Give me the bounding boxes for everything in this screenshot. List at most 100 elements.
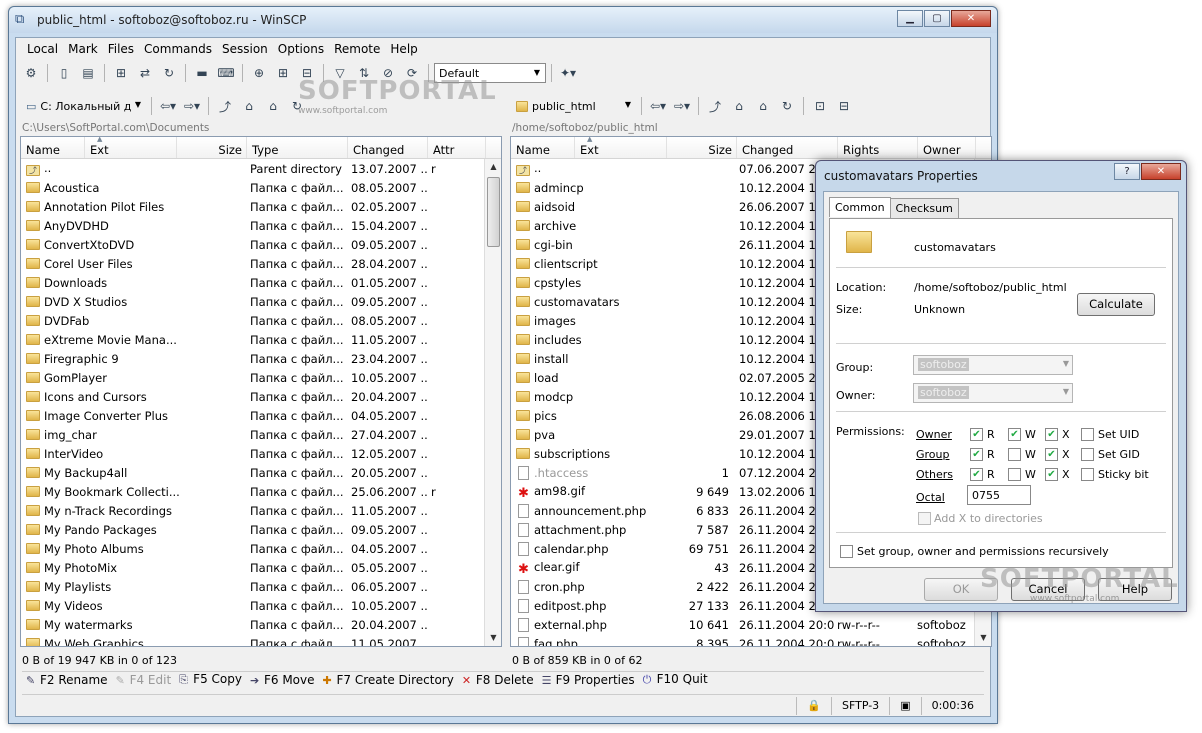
col-rights[interactable]: Rights (838, 137, 918, 158)
root-dir-icon[interactable]: ⌂ (728, 96, 750, 116)
setuid-checkbox[interactable] (1081, 428, 1094, 441)
fkey-f8-button[interactable]: ✕ F8 Delete (462, 673, 534, 687)
col-attr[interactable]: Attr (428, 137, 486, 158)
select-icon[interactable]: ⊞ (272, 63, 294, 83)
list-item[interactable]: Firegraphic 9 Папка с файл... 23.04.2007 .… (21, 349, 484, 368)
scroll-thumb[interactable] (487, 177, 500, 247)
list-item[interactable]: My watermarks Папка с файл... 20.04.2007 .… (21, 615, 484, 634)
list-item[interactable]: faq.php 8 395 26.11.2004 20:0...rw-r--r-- s… (511, 634, 974, 646)
group-x-checkbox[interactable]: ✔ (1045, 448, 1058, 461)
list-item[interactable]: My Pando Packages Папка с файл... 09.05.20… (21, 520, 484, 539)
list-item[interactable]: DVDFab Папка с файл... 08.05.2007 ... (21, 311, 484, 330)
scroll-up-icon[interactable]: ▲ (485, 159, 501, 175)
list-item[interactable]: GomPlayer Папка с файл... 10.05.2007 ... (21, 368, 484, 387)
setgid-checkbox[interactable] (1081, 448, 1094, 461)
col-name[interactable]: Name (21, 137, 85, 158)
menu-mark[interactable]: Mark (63, 42, 103, 56)
list-item[interactable]: external.php 10 641 26.11.2004 20:0...rw-r… (511, 615, 974, 634)
refresh-icon[interactable]: ↻ (158, 63, 180, 83)
group-r-checkbox[interactable]: ✔ (970, 448, 983, 461)
col-ext[interactable]: ▲ Ext (85, 137, 177, 158)
list-item[interactable]: ConvertXtoDVD Папка с файл... 09.05.2007 .… (21, 235, 484, 254)
root-dir-icon[interactable]: ⌂ (238, 96, 260, 116)
menu-local[interactable]: Local (22, 42, 63, 56)
refresh-dir-icon[interactable]: ↻ (776, 96, 798, 116)
fkey-f5-button[interactable]: ⎘ F5 Copy (179, 672, 242, 687)
forward-icon[interactable]: ⇨▾ (671, 96, 693, 116)
menu-remote[interactable]: Remote (329, 42, 385, 56)
close-button[interactable]: ✕ (951, 10, 991, 27)
menu-options[interactable]: Options (273, 42, 329, 56)
list-item[interactable]: ⤴.. Parent directory 13.07.2007 ... r (21, 159, 484, 178)
new-session-icon[interactable]: ⊕ (248, 63, 270, 83)
menu-help[interactable]: Help (385, 42, 422, 56)
others-w-checkbox[interactable] (1008, 468, 1021, 481)
help-titlebar-button[interactable]: ? (1114, 163, 1140, 180)
right-dir-select[interactable]: public_html ▼ (510, 96, 636, 116)
owner-w-checkbox[interactable]: ✔ (1008, 428, 1021, 441)
minimize-button[interactable]: ▁ (897, 10, 923, 27)
list-item[interactable]: My Bookmark Collecti... Папка с файл... 25… (21, 482, 484, 501)
left-scrollbar[interactable]: ▲ ▼ (484, 159, 501, 646)
col-changed[interactable]: Changed (737, 137, 838, 158)
list-item[interactable]: img_char Папка с файл... 27.04.2007 ... (21, 425, 484, 444)
list-item[interactable]: Corel User Files Папка с файл... 28.04.200… (21, 254, 484, 273)
menu-files[interactable]: Files (103, 42, 139, 56)
preferences-icon[interactable]: ⚙ (20, 63, 42, 83)
group-select[interactable]: softoboz ▼ (913, 355, 1073, 375)
terminal-icon[interactable]: ▬ (191, 63, 213, 83)
list-item[interactable]: My Videos Папка с файл... 10.05.2007 ... (21, 596, 484, 615)
synchronize-icon[interactable]: ⇄ (134, 63, 156, 83)
maximize-button[interactable]: ▢ (924, 10, 950, 27)
home-dir-icon[interactable]: ⌂ (262, 96, 284, 116)
list-item[interactable]: Image Converter Plus Папка с файл... 04.05… (21, 406, 484, 425)
add-x-checkbox[interactable] (918, 512, 931, 525)
list-item[interactable]: My n-Track Recordings Папка с файл... 11.0… (21, 501, 484, 520)
dialog-close-button[interactable]: ✕ (1141, 163, 1181, 180)
col-type[interactable]: Type (247, 137, 348, 158)
open-dir-icon[interactable]: ⊡ (809, 96, 831, 116)
fkey-f6-button[interactable]: ➔ F6 Move (250, 673, 315, 687)
calculate-button[interactable]: Calculate (1077, 293, 1155, 316)
menu-session[interactable]: Session (217, 42, 273, 56)
list-item[interactable]: InterVideo Папка с файл... 12.05.2007 ... (21, 444, 484, 463)
list-item[interactable]: Annotation Pilot Files Папка с файл... 02.… (21, 197, 484, 216)
fkey-f7-button[interactable]: ✚ F7 Create Directory (323, 673, 454, 687)
col-changed[interactable]: Changed (348, 137, 428, 158)
col-size[interactable]: Size (177, 137, 247, 158)
list-item[interactable]: Icons and Cursors Папка с файл... 20.04.20… (21, 387, 484, 406)
col-ext[interactable]: ▲ Ext (575, 137, 667, 158)
tab-checksum[interactable]: Checksum (889, 198, 959, 218)
list-item[interactable]: My Backup4all Папка с файл... 20.05.2007 .… (21, 463, 484, 482)
owner-r-checkbox[interactable]: ✔ (970, 428, 983, 441)
col-owner[interactable]: Owner (918, 137, 976, 158)
parent-dir-icon[interactable]: ⤴ (214, 96, 236, 116)
fkey-f10-button[interactable]: ⏻ F10 Quit (643, 672, 708, 687)
list-item[interactable]: My PhotoMix Папка с файл... 05.05.2007 ... (21, 558, 484, 577)
list-item[interactable]: Downloads Папка с файл... 01.05.2007 ... (21, 273, 484, 292)
fkey-f2-button[interactable]: ✎ F2 Rename (26, 673, 108, 687)
putty-icon[interactable]: ⌨ (215, 63, 237, 83)
parent-dir-icon[interactable]: ⤴ (704, 96, 726, 116)
list-item[interactable]: AnyDVDHD Папка с файл... 15.04.2007 ... (21, 216, 484, 235)
compare-icon[interactable]: ⊞ (110, 63, 132, 83)
tab-common[interactable]: Common (829, 197, 891, 217)
home-dir-icon[interactable]: ⌂ (752, 96, 774, 116)
octal-input[interactable]: 0755 (967, 485, 1031, 505)
menu-commands[interactable]: Commands (139, 42, 217, 56)
fkey-f9-button[interactable]: ☰ F9 Properties (542, 673, 635, 687)
sticky-checkbox[interactable] (1081, 468, 1094, 481)
col-name[interactable]: Name (511, 137, 575, 158)
back-icon[interactable]: ⇦▾ (157, 96, 179, 116)
transfer-options-icon[interactable]: ✦▾ (557, 63, 579, 83)
others-r-checkbox[interactable]: ✔ (970, 468, 983, 481)
owner-x-checkbox[interactable]: ✔ (1045, 428, 1058, 441)
list-item[interactable]: eXtreme Movie Mana... Папка с файл... 11.0… (21, 330, 484, 349)
list-item[interactable]: My Web Graphics Папка с файл... 11.05.2007… (21, 634, 484, 646)
tree-icon[interactable]: ⊟ (833, 96, 855, 116)
forward-icon[interactable]: ⇨▾ (181, 96, 203, 116)
list-item[interactable]: My Playlists Папка с файл... 06.05.2007 ..… (21, 577, 484, 596)
list-item[interactable]: DVD X Studios Папка с файл... 09.05.2007 .… (21, 292, 484, 311)
view-icon[interactable]: ▤ (77, 63, 99, 83)
scroll-down-icon[interactable]: ▼ (975, 630, 991, 646)
